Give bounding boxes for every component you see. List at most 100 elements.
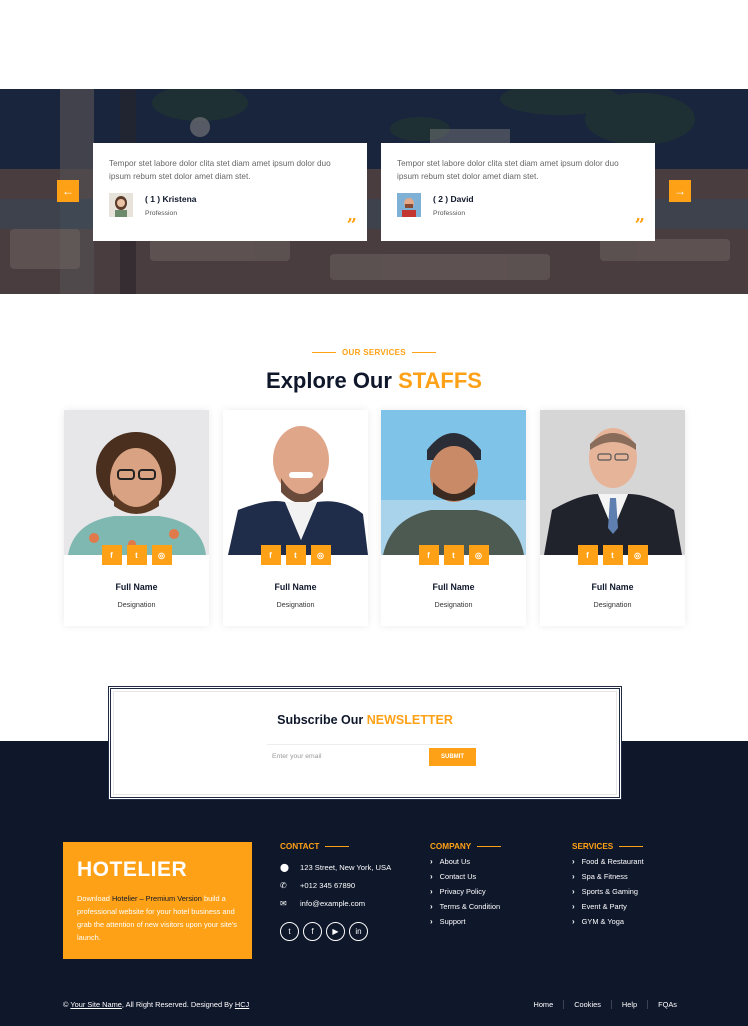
testimonial-text: Tempor stet labore dolor clita stet diam…	[397, 159, 619, 181]
premium-version-link[interactable]: Hotelier – Premium Version	[112, 894, 202, 903]
facebook-icon[interactable]: f	[418, 545, 439, 565]
arrow-left-icon: ←	[62, 184, 74, 198]
testimonial-profession: Profession	[145, 209, 178, 217]
footer-contact-column: CONTACT ⬤ 123 Street, New York, USA ✆ +012…	[280, 842, 410, 941]
avatar	[109, 193, 133, 217]
youtube-icon[interactable]: ▶	[326, 922, 345, 941]
chevron-right-icon: ›	[572, 917, 575, 926]
instagram-icon[interactable]: ◎	[151, 545, 172, 565]
footer-company-column: COMPANY › About Us › Contact Us › Privacy P…	[430, 842, 550, 926]
staff-social-links: f t ◎	[540, 545, 685, 565]
footer-services-column: SERVICES › Food & Restaurant › Spa & Fitne…	[572, 842, 692, 926]
footer-social-links: t f ▶ in	[280, 922, 410, 941]
chevron-right-icon: ›	[430, 857, 433, 866]
newsletter-submit-button[interactable]: SUBMIT	[429, 748, 476, 766]
footer-link-about[interactable]: › About Us	[430, 857, 550, 866]
footer-link-privacy[interactable]: › Privacy Policy	[430, 887, 550, 896]
staff-photo	[381, 410, 526, 555]
twitter-icon[interactable]: t	[443, 545, 464, 565]
map-pin-icon: ⬤	[280, 863, 289, 872]
divider-line	[477, 846, 502, 847]
newsletter-title: Subscribe Our NEWSLETTER	[277, 713, 453, 727]
footer-link-support[interactable]: › Support	[430, 917, 550, 926]
footer-menu-cookies[interactable]: Cookies	[564, 1000, 612, 1009]
footer-menu-help[interactable]: Help	[612, 1000, 649, 1009]
instagram-icon[interactable]: ◎	[468, 545, 489, 565]
staff-photo	[540, 410, 685, 555]
footer-menu-home[interactable]: Home	[523, 1000, 565, 1009]
footer-link-sports[interactable]: › Sports & Gaming	[572, 887, 692, 896]
staff-social-links: f t ◎	[223, 545, 368, 565]
footer-link-gym[interactable]: › GYM & Yoga	[572, 917, 692, 926]
testimonial-author: ( 2 ) David Profession	[397, 193, 639, 217]
testimonial-name: ( 2 ) David	[433, 193, 474, 204]
staff-name: Full Name	[432, 582, 475, 592]
footer-logo[interactable]: HOTELIER	[77, 858, 238, 882]
footer-about-text: Download Hotelier – Premium Version buil…	[77, 894, 237, 942]
staff-card: f t ◎ Full Name Designation	[381, 410, 526, 626]
footer-heading: CONTACT	[280, 842, 410, 851]
facebook-icon[interactable]: f	[101, 545, 122, 565]
facebook-icon[interactable]: f	[577, 545, 598, 565]
avatar	[397, 193, 421, 217]
instagram-icon[interactable]: ◎	[310, 545, 331, 565]
section-label: OUR SERVICES	[0, 348, 748, 357]
linkedin-icon[interactable]: in	[349, 922, 368, 941]
instagram-icon[interactable]: ◎	[627, 545, 648, 565]
staff-name: Full Name	[274, 582, 317, 592]
footer-brand-box: HOTELIER Download Hotelier – Premium Ver…	[63, 842, 252, 959]
twitter-icon[interactable]: t	[126, 545, 147, 565]
quote-icon: ”	[346, 215, 357, 236]
footer-link-contact[interactable]: › Contact Us	[430, 872, 550, 881]
chevron-right-icon: ›	[572, 872, 575, 881]
staff-designation: Designation	[593, 600, 632, 609]
facebook-icon[interactable]: f	[260, 545, 281, 565]
contact-phone: ✆ +012 345 67890	[280, 881, 356, 890]
footer-menu: Home Cookies Help FQAs	[523, 1000, 677, 1009]
staff-designation: Designation	[434, 600, 473, 609]
contact-email: ✉ info@example.com	[280, 899, 366, 908]
footer-link-event[interactable]: › Event & Party	[572, 902, 692, 911]
chevron-right-icon: ›	[430, 917, 433, 926]
twitter-icon[interactable]: t	[602, 545, 623, 565]
divider-line	[411, 352, 436, 354]
newsletter-box: Subscribe Our NEWSLETTER Enter your emai…	[108, 686, 622, 800]
section-title: Explore Our STAFFS	[266, 368, 482, 393]
divider-line	[619, 846, 644, 847]
footer-link-terms[interactable]: › Terms & Condition	[430, 902, 550, 911]
previous-section-edge	[0, 0, 748, 3]
chevron-right-icon: ›	[572, 857, 575, 866]
chevron-right-icon: ›	[430, 872, 433, 881]
testimonial-card: Tempor stet labore dolor clita stet diam…	[381, 143, 655, 241]
facebook-icon[interactable]: f	[303, 922, 322, 941]
arrow-right-icon: →	[674, 184, 686, 198]
chevron-right-icon: ›	[572, 887, 575, 896]
footer-link-spa[interactable]: › Spa & Fitness	[572, 872, 692, 881]
staff-designation: Designation	[276, 600, 315, 609]
staff-card: f t ◎ Full Name Designation	[64, 410, 209, 626]
footer-heading: SERVICES	[572, 842, 692, 851]
footer-menu-faqs[interactable]: FQAs	[648, 1000, 677, 1009]
staff-card: f t ◎ Full Name Designation	[540, 410, 685, 626]
designer-link[interactable]: HCJ	[235, 1000, 249, 1009]
staff-card: f t ◎ Full Name Designation	[223, 410, 368, 626]
site-name-link[interactable]: Your Site Name	[70, 1000, 122, 1009]
testimonial-prev-button[interactable]: ←	[57, 180, 79, 202]
testimonial-card: Tempor stet labore dolor clita stet diam…	[93, 143, 367, 241]
staff-name: Full Name	[591, 582, 634, 592]
divider-line	[325, 846, 350, 847]
contact-address: ⬤ 123 Street, New York, USA	[280, 863, 392, 872]
twitter-icon[interactable]: t	[280, 922, 299, 941]
testimonial-section: ← → Tempor stet labore dolor clita stet …	[0, 89, 748, 294]
chevron-right-icon: ›	[430, 902, 433, 911]
testimonial-author: ( 1 ) Kristena Profession	[109, 193, 351, 217]
twitter-icon[interactable]: t	[285, 545, 306, 565]
testimonial-next-button[interactable]: →	[669, 180, 691, 202]
quote-icon: ”	[634, 215, 645, 236]
footer-link-food[interactable]: › Food & Restaurant	[572, 857, 692, 866]
testimonial-text: Tempor stet labore dolor clita stet diam…	[109, 159, 331, 181]
staff-photo	[64, 410, 209, 555]
staff-designation: Designation	[117, 600, 156, 609]
page: ← → Tempor stet labore dolor clita stet …	[0, 0, 748, 1026]
divider-line	[312, 352, 337, 354]
